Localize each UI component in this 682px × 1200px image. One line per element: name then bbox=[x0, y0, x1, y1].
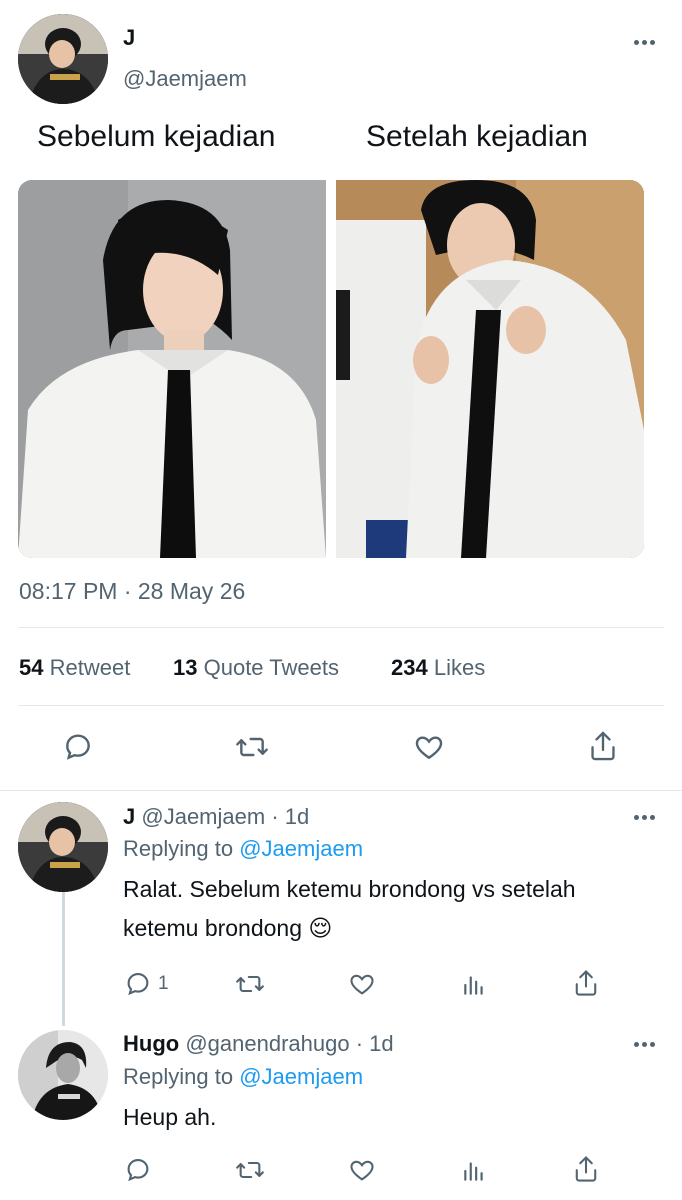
retweet-icon bbox=[236, 975, 264, 993]
more-options-icon[interactable] bbox=[634, 40, 655, 45]
reply-2-text: Heup ah. bbox=[123, 1104, 217, 1130]
reply-1-text-line-1: Ralat. Sebelum ketemu brondong vs setela… bbox=[123, 876, 576, 902]
retweets-count: 54 bbox=[19, 655, 44, 680]
share-upload-icon bbox=[575, 1156, 597, 1182]
reply-2-author-name[interactable]: Hugo bbox=[123, 1031, 179, 1056]
reply-2-author-handle[interactable]: @ganendrahugo bbox=[185, 1031, 349, 1056]
heart-icon bbox=[350, 974, 374, 995]
reply-1-reply-count: 1 bbox=[158, 973, 169, 994]
author-handle[interactable]: @Jaemjaem bbox=[123, 66, 247, 92]
analytics-bars-icon bbox=[464, 1162, 483, 1181]
replying-to-handle[interactable]: @Jaemjaem bbox=[239, 836, 363, 861]
reply-1-reply-button[interactable]: 1 bbox=[124, 970, 169, 998]
share-upload-icon bbox=[575, 970, 597, 996]
avatar-photo bbox=[18, 1030, 108, 1120]
avatar-photo bbox=[18, 14, 108, 104]
replying-to-label: Replying to bbox=[123, 1064, 234, 1089]
reply-1-time[interactable]: · 1d bbox=[271, 804, 309, 829]
reply-1-share-button[interactable] bbox=[572, 968, 600, 998]
reply-2-retweet-button[interactable] bbox=[234, 1156, 266, 1184]
reply-2-more-icon[interactable] bbox=[634, 1042, 655, 1047]
reply-1-like-button[interactable] bbox=[347, 970, 377, 998]
reply-2-replying-to: Replying to @Jaemjaem bbox=[123, 1064, 363, 1090]
reply-bubble-icon bbox=[127, 1159, 149, 1182]
retweets-label: Retweet bbox=[49, 655, 131, 680]
reply-bubble-icon bbox=[66, 734, 90, 760]
likes-count: 234 bbox=[391, 655, 428, 680]
analytics-bars-icon bbox=[464, 976, 483, 995]
author-avatar[interactable] bbox=[18, 14, 108, 104]
reply-2-analytics-button[interactable] bbox=[461, 1158, 487, 1184]
reply-2-share-button[interactable] bbox=[572, 1154, 600, 1184]
reply-1-replying-to: Replying to @Jaemjaem bbox=[123, 836, 363, 862]
like-button[interactable] bbox=[412, 731, 446, 763]
author-name[interactable]: J bbox=[123, 25, 135, 51]
retweet-icon bbox=[236, 1161, 264, 1179]
reply-1-text-line-2: ketemu brondong 😌 bbox=[123, 915, 333, 941]
photo-left[interactable] bbox=[18, 180, 326, 558]
quotes-stat[interactable]: 13 Quote Tweets bbox=[173, 655, 339, 681]
divider-2 bbox=[18, 705, 664, 706]
replying-to-label: Replying to bbox=[123, 836, 234, 861]
reply-button[interactable] bbox=[62, 731, 94, 763]
reply-2-like-button[interactable] bbox=[347, 1156, 377, 1184]
quotes-count: 13 bbox=[173, 655, 198, 680]
divider-3 bbox=[0, 790, 682, 791]
likes-stat[interactable]: 234 Likes bbox=[391, 655, 485, 681]
retweet-icon bbox=[236, 737, 268, 757]
thread-line bbox=[62, 890, 65, 1026]
share-upload-icon bbox=[591, 731, 615, 761]
tweet-timestamp[interactable]: 08:17 PM · 28 May 26 bbox=[19, 578, 245, 605]
reply-2-reply-button[interactable] bbox=[124, 1156, 152, 1184]
reply-1-analytics-button[interactable] bbox=[461, 972, 487, 998]
heart-icon bbox=[415, 736, 443, 760]
reply-1-avatar[interactable] bbox=[18, 802, 108, 892]
reply-2-time[interactable]: · 1d bbox=[356, 1031, 394, 1056]
divider-1 bbox=[18, 627, 664, 628]
avatar-photo bbox=[18, 802, 108, 892]
reply-1-author-handle[interactable]: @Jaemjaem bbox=[141, 804, 265, 829]
reply-1-author-name[interactable]: J bbox=[123, 804, 135, 829]
reply-1-retweet-button[interactable] bbox=[234, 970, 266, 998]
share-button[interactable] bbox=[587, 729, 619, 763]
likes-label: Likes bbox=[433, 655, 486, 680]
caption-right: Setelah kejadian bbox=[366, 120, 588, 153]
replying-to-handle[interactable]: @Jaemjaem bbox=[239, 1064, 363, 1089]
reply-2-avatar[interactable] bbox=[18, 1030, 108, 1120]
reply-1-header: J @Jaemjaem · 1d bbox=[123, 804, 309, 830]
retweet-button[interactable] bbox=[234, 731, 270, 763]
reply-1-more-icon[interactable] bbox=[634, 815, 655, 820]
heart-icon bbox=[350, 1160, 374, 1181]
reply-bubble-icon bbox=[127, 973, 149, 996]
reply-2-header: Hugo @ganendrahugo · 1d bbox=[123, 1031, 394, 1057]
quotes-label: Quote Tweets bbox=[203, 655, 339, 680]
retweets-stat[interactable]: 54 Retweet bbox=[19, 655, 130, 681]
caption-left: Sebelum kejadian bbox=[37, 120, 276, 153]
photo-right[interactable] bbox=[336, 180, 644, 558]
